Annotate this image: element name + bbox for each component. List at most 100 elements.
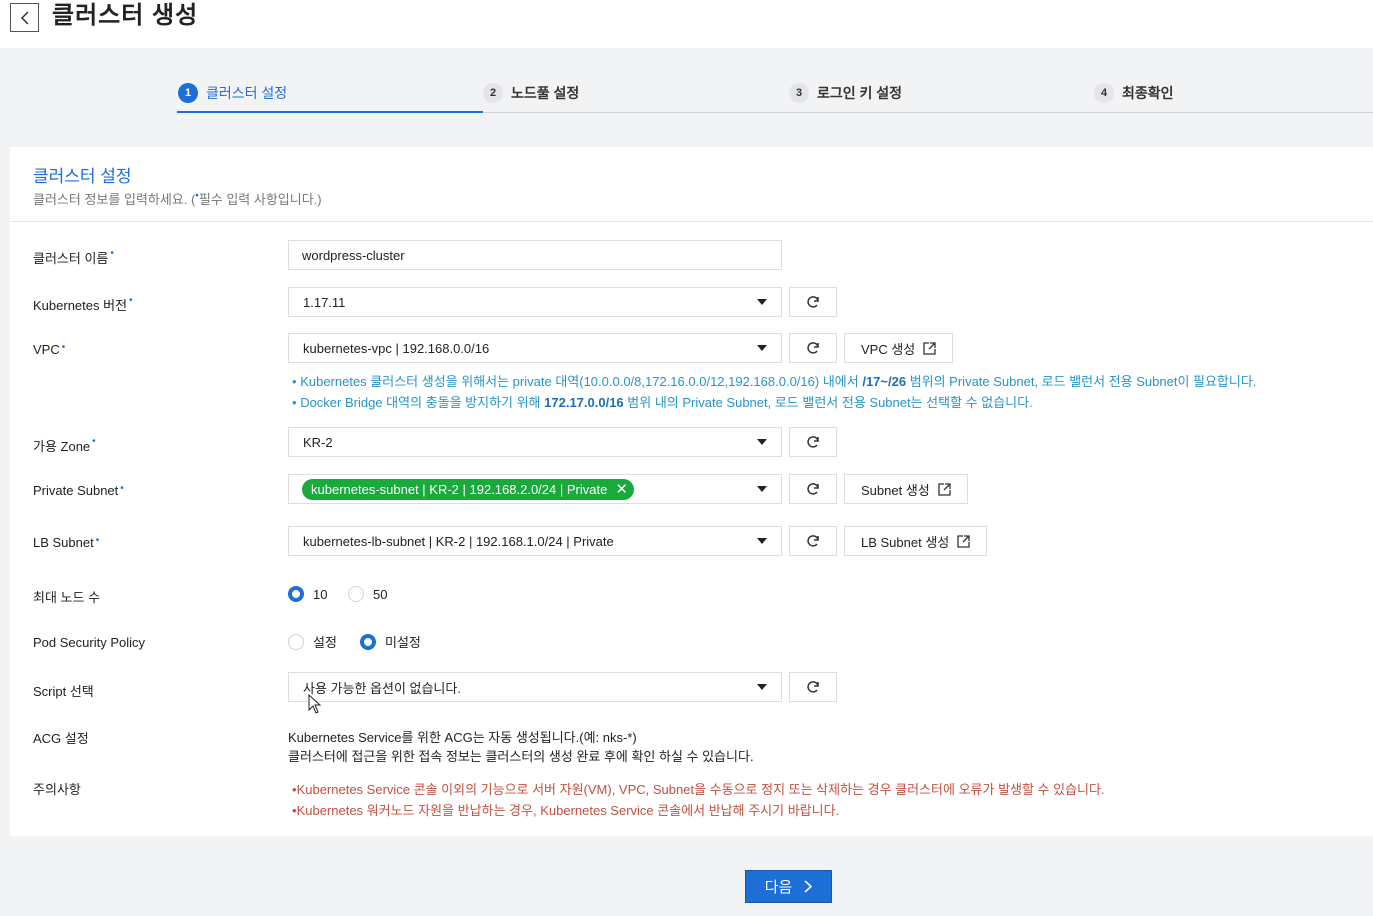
lb-subnet-value: kubernetes-lb-subnet | KR-2 | 192.168.1.… xyxy=(303,533,614,549)
max-nodes-radio-50[interactable]: 50 xyxy=(348,586,387,602)
refresh-icon xyxy=(807,535,819,547)
lb-subnet-label: LB Subnet • xyxy=(33,535,99,550)
lb-subnet-select[interactable]: kubernetes-lb-subnet | KR-2 | 192.168.1.… xyxy=(288,526,782,556)
max-nodes-radio-10[interactable]: 10 xyxy=(288,586,327,602)
vpc-note-2-a: Docker Bridge 대역의 충돌을 방지하기 위해 xyxy=(300,395,545,410)
vpc-create-button[interactable]: VPC 생성 xyxy=(844,333,954,363)
caret-down-icon xyxy=(757,299,767,305)
remove-tag-icon[interactable]: ✕ xyxy=(615,480,628,498)
caret-down-icon xyxy=(757,538,767,544)
required-dot: • xyxy=(120,483,124,494)
step-label: 노드풀 설정 xyxy=(511,85,580,101)
step-final-review[interactable]: 4 최종확인 xyxy=(1094,82,1174,104)
zone-value: KR-2 xyxy=(303,434,333,450)
page-title: 클러스터 생성 xyxy=(52,2,199,29)
bullet: • xyxy=(292,395,297,410)
vpc-note-2-c: 범위 내의 Private Subnet, 로드 밸런서 전용 Subnet는 … xyxy=(623,395,1033,410)
radio-label: 10 xyxy=(313,586,328,602)
acg-line-1: Kubernetes Service를 위한 ACG는 자동 생성됩니다.(예:… xyxy=(288,730,637,745)
step-nodepool-settings[interactable]: 2 노드풀 설정 xyxy=(483,82,579,104)
cluster-name-label: 클러스터 이름 • xyxy=(33,248,114,267)
caution-label: 주의사항 xyxy=(33,782,81,797)
radio-label: 50 xyxy=(373,586,388,602)
section-description: 클러스터 정보를 입력하세요. (•필수 입력 사항입니다.) xyxy=(33,189,322,208)
cluster-name-input[interactable]: wordpress-cluster xyxy=(288,240,782,270)
private-subnet-label-text: Private Subnet xyxy=(33,483,119,498)
lb-subnet-create-button[interactable]: LB Subnet 생성 xyxy=(844,526,988,556)
mouse-cursor-icon xyxy=(308,694,322,714)
vpc-value: kubernetes-vpc | 192.168.0.0/16 xyxy=(303,340,490,356)
required-dot: • xyxy=(95,535,100,546)
refresh-private-subnet-button[interactable] xyxy=(789,474,837,504)
private-subnet-select[interactable]: kubernetes-subnet | KR-2 | 192.168.2.0/2… xyxy=(288,474,782,504)
stepper-active-indicator xyxy=(177,111,483,113)
caution-line-1-text: Kubernetes Service 콘솔 이외의 기능으로 서버 자원(VM)… xyxy=(296,782,1105,797)
required-dot: • xyxy=(110,248,114,259)
step-number: 3 xyxy=(789,83,809,103)
required-dot: • xyxy=(129,295,133,306)
subnet-create-label: Subnet 생성 xyxy=(861,482,930,498)
radio-circle xyxy=(288,633,304,650)
refresh-script-button[interactable] xyxy=(789,672,837,702)
radio-label: 설정 xyxy=(313,635,337,650)
zone-label: 가용 Zone • xyxy=(33,436,96,455)
zone-label-text: 가용 Zone xyxy=(33,439,91,454)
refresh-lb-subnet-button[interactable] xyxy=(789,526,837,556)
caret-down-icon xyxy=(757,439,767,445)
vpc-note-1-c: 범위의 Private Subnet, 로드 밸런서 전용 Subnet이 필요… xyxy=(906,374,1257,389)
step-number: 4 xyxy=(1094,83,1114,103)
subnet-create-button[interactable]: Subnet 생성 xyxy=(844,474,968,504)
next-button-label: 다음 xyxy=(764,879,793,896)
refresh-vpc-button[interactable] xyxy=(789,333,837,363)
vpc-select[interactable]: kubernetes-vpc | 192.168.0.0/16 xyxy=(288,333,782,363)
step-number: 1 xyxy=(178,83,198,103)
script-label: Script 선택 xyxy=(33,684,94,699)
refresh-icon xyxy=(807,342,819,354)
required-dot: • xyxy=(92,436,96,447)
max-nodes-label: 최대 노드 수 xyxy=(33,590,101,605)
refresh-k8s-version-button[interactable] xyxy=(789,287,837,317)
refresh-zone-button[interactable] xyxy=(789,427,837,457)
radio-circle xyxy=(360,633,376,650)
desc-suffix: 필수 입력 사항입니다.) xyxy=(198,192,322,207)
step-number: 2 xyxy=(483,83,503,103)
desc-prefix: 클러스터 정보를 입력하세요. ( xyxy=(33,192,196,207)
back-button[interactable] xyxy=(10,3,39,32)
step-label: 로그인 키 설정 xyxy=(817,85,903,101)
caret-down-icon xyxy=(757,684,767,690)
caret-down-icon xyxy=(757,486,767,492)
external-link-icon xyxy=(923,341,936,355)
acg-label: ACG 설정 xyxy=(33,731,89,746)
pod-security-radio-off[interactable]: 미설정 xyxy=(360,632,421,651)
caution-line-1: •Kubernetes Service 콘솔 이외의 기능으로 서버 자원(VM… xyxy=(292,779,1105,798)
k8s-version-label-text: Kubernetes 버전 xyxy=(33,298,128,313)
refresh-icon xyxy=(807,681,819,693)
private-subnet-label: Private Subnet • xyxy=(33,483,124,498)
radio-circle xyxy=(348,586,364,602)
acg-line-2: 클러스터에 접근을 위한 접속 정보는 클러스터의 생성 완료 후에 확인 하실… xyxy=(288,749,754,764)
step-cluster-settings[interactable]: 1 클러스터 설정 xyxy=(178,82,287,104)
lb-subnet-create-label: LB Subnet 생성 xyxy=(861,534,950,550)
script-select[interactable]: 사용 가능한 옵션이 없습니다. xyxy=(288,672,782,702)
selected-subnet-tag: kubernetes-subnet | KR-2 | 192.168.2.0/2… xyxy=(302,478,634,500)
refresh-icon xyxy=(807,483,819,495)
cluster-name-label-text: 클러스터 이름 xyxy=(33,251,109,266)
pod-security-radio-on[interactable]: 설정 xyxy=(288,632,337,651)
step-label: 클러스터 설정 xyxy=(206,85,288,101)
step-label: 최종확인 xyxy=(1122,85,1174,101)
vpc-note-1: • Kubernetes 클러스터 생성을 위해서는 private 대역(10… xyxy=(292,371,1256,390)
chevron-left-icon xyxy=(20,10,29,25)
k8s-version-value: 1.17.11 xyxy=(303,294,346,310)
script-value: 사용 가능한 옵션이 없습니다. xyxy=(303,680,461,696)
k8s-version-select[interactable]: 1.17.11 xyxy=(288,287,782,317)
step-login-key-settings[interactable]: 3 로그인 키 설정 xyxy=(789,82,902,104)
vpc-note-2-b: 172.17.0.0/16 xyxy=(544,395,624,410)
radio-label: 미설정 xyxy=(385,635,421,650)
next-button[interactable]: 다음 xyxy=(745,870,832,903)
zone-select[interactable]: KR-2 xyxy=(288,427,782,457)
vpc-label: VPC • xyxy=(33,342,65,357)
vpc-note-2: • Docker Bridge 대역의 충돌을 방지하기 위해 172.17.0… xyxy=(292,392,1033,411)
required-dot: • xyxy=(61,342,66,353)
k8s-version-label: Kubernetes 버전 • xyxy=(33,295,133,314)
refresh-icon xyxy=(807,436,819,448)
